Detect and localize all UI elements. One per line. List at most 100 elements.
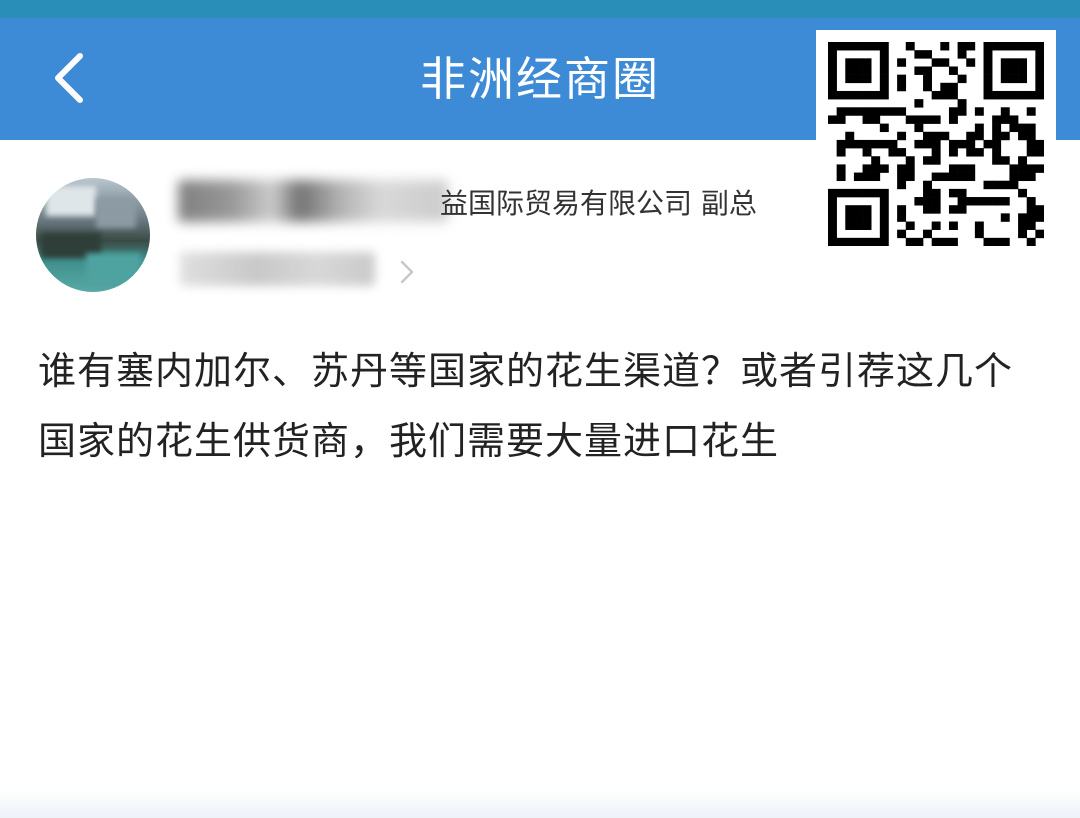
qr-module	[1009, 90, 1019, 100]
qr-module	[828, 74, 837, 84]
qr-module	[871, 139, 881, 149]
qr-module	[871, 90, 881, 100]
qr-module	[957, 205, 967, 214]
qr-module	[879, 139, 889, 149]
qr-module	[1009, 180, 1019, 190]
qr-module	[957, 188, 967, 198]
qr-module	[879, 229, 889, 239]
qr-module	[940, 58, 950, 67]
qr-module	[836, 172, 846, 182]
qr-module	[836, 107, 846, 116]
qr-module	[966, 148, 976, 157]
qr-module	[1009, 115, 1019, 124]
avatar[interactable]	[36, 178, 150, 292]
qr-module	[853, 107, 863, 116]
qr-module	[983, 66, 993, 75]
qr-module	[914, 99, 924, 108]
qr-module	[957, 50, 967, 59]
qr-module	[845, 90, 855, 100]
qr-module	[879, 42, 889, 51]
qr-module	[845, 74, 855, 84]
qr-module	[1026, 213, 1036, 222]
qr-module	[836, 90, 846, 100]
qr-module	[948, 205, 958, 214]
qr-module	[940, 172, 950, 182]
qr-module	[914, 66, 924, 75]
qr-module	[862, 205, 872, 214]
qr-module	[940, 42, 950, 51]
qr-module	[1026, 205, 1036, 214]
qr-module	[1026, 148, 1036, 157]
qr-module	[966, 58, 976, 67]
qr-module	[836, 148, 846, 157]
qr-module	[923, 66, 932, 75]
qr-module	[948, 164, 958, 173]
qr-module	[828, 237, 837, 246]
qr-module	[879, 107, 889, 116]
qr-module	[828, 213, 837, 222]
qr-module	[1035, 229, 1044, 239]
qr-module	[1026, 237, 1036, 246]
qr-module	[828, 66, 837, 75]
qr-module	[871, 115, 881, 124]
qr-module	[957, 99, 967, 108]
qr-module	[957, 172, 967, 182]
qr-module	[940, 82, 950, 92]
qr-module	[923, 229, 932, 239]
qr-module	[1000, 107, 1010, 116]
qr-module	[897, 172, 907, 182]
chevron-right-icon[interactable]	[394, 258, 418, 286]
qr-module	[974, 131, 984, 141]
qr-module	[940, 237, 950, 246]
qr-module	[957, 197, 967, 206]
qr-module	[957, 107, 967, 116]
back-button[interactable]	[40, 48, 100, 108]
qr-module	[836, 237, 846, 246]
qr-module	[923, 131, 932, 141]
qr-module	[1035, 213, 1044, 222]
qr-module	[992, 131, 1002, 141]
qr-module	[905, 164, 915, 173]
qr-module	[948, 237, 958, 246]
qr-module	[966, 172, 976, 182]
chevron-left-icon	[55, 53, 83, 103]
qr-module	[897, 131, 907, 141]
qr-module	[888, 148, 898, 157]
qr-module	[931, 148, 941, 157]
qr-module	[828, 50, 837, 59]
qr-module	[1026, 172, 1036, 182]
qr-module	[1035, 42, 1044, 51]
qr-module	[879, 58, 889, 67]
qr-module	[879, 50, 889, 59]
qr-module	[879, 123, 889, 133]
qr-module	[974, 221, 984, 230]
qr-module	[1018, 188, 1028, 198]
qr-module	[983, 82, 993, 92]
qr-module	[1026, 164, 1036, 173]
qr-module	[914, 237, 924, 246]
qr-module	[948, 107, 958, 116]
qr-module	[1035, 74, 1044, 84]
qr-module	[853, 221, 863, 230]
qr-module	[1009, 58, 1019, 67]
qr-module	[905, 156, 915, 165]
qr-module	[862, 188, 872, 198]
qr-module	[905, 237, 915, 246]
qr-module	[897, 164, 907, 173]
author-company: 益国际贸易有限公司 副总	[440, 187, 757, 220]
qr-module	[1000, 66, 1010, 75]
qr-module	[879, 197, 889, 206]
qr-module	[1026, 42, 1036, 51]
qr-module	[983, 139, 993, 149]
qr-module	[948, 139, 958, 149]
qr-module	[1000, 156, 1010, 165]
qr-module	[845, 213, 855, 222]
qr-module	[845, 221, 855, 230]
qr-module	[974, 229, 984, 239]
qr-module	[1035, 164, 1044, 173]
qr-module	[828, 197, 837, 206]
qr-module	[853, 58, 863, 67]
qr-module	[879, 164, 889, 173]
qr-module	[853, 66, 863, 75]
qr-module	[923, 188, 932, 198]
